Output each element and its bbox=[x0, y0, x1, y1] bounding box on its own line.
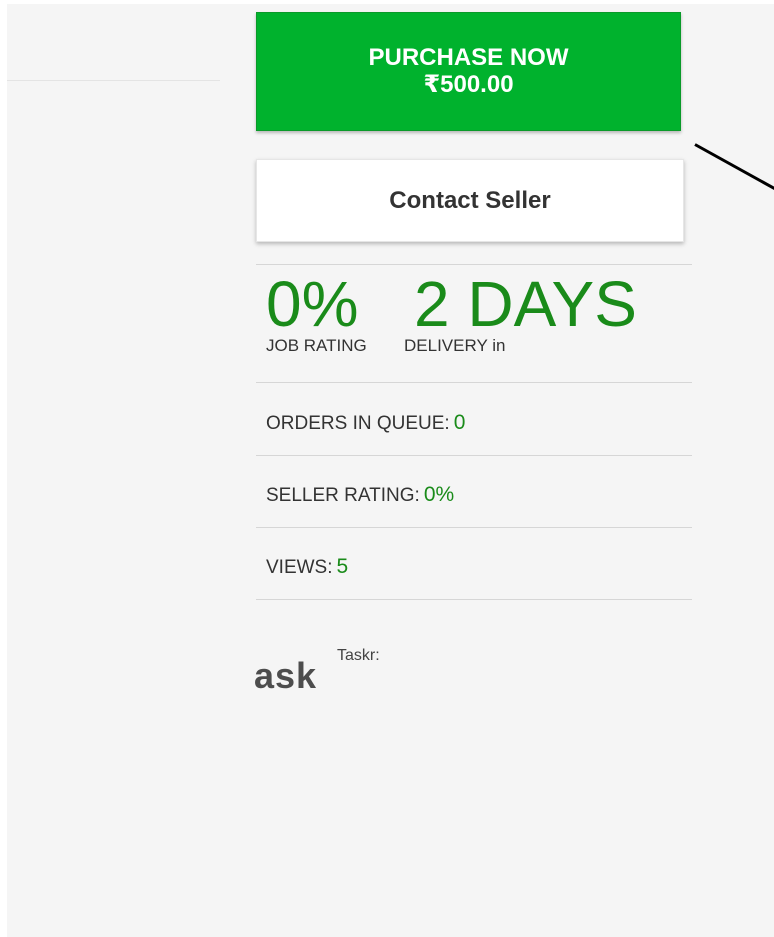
views-divider bbox=[256, 599, 692, 600]
seller-rating-value: 0% bbox=[423, 483, 455, 506]
delivery-value: 2 DAYS bbox=[414, 268, 637, 340]
stats-bottom-divider bbox=[256, 382, 692, 383]
seller-name-label: Taskr: bbox=[337, 647, 380, 664]
seller-rating-label: SELLER RATING: bbox=[266, 485, 420, 506]
seller-logo[interactable]: ask bbox=[254, 656, 324, 696]
job-rating-value: 0% bbox=[266, 268, 359, 340]
purchase-now-label: PURCHASE NOW bbox=[368, 44, 569, 71]
views-row: VIEWS: 5 bbox=[266, 555, 348, 579]
content-divider bbox=[7, 80, 220, 81]
stats-top-divider bbox=[256, 264, 692, 265]
views-value: 5 bbox=[336, 555, 349, 578]
orders-in-queue-value: 0 bbox=[453, 411, 466, 434]
orders-divider bbox=[256, 455, 692, 456]
orders-in-queue-row: ORDERS IN QUEUE: 0 bbox=[266, 411, 465, 435]
orders-in-queue-label: ORDERS IN QUEUE: bbox=[266, 413, 450, 434]
purchase-price: ₹500.00 bbox=[423, 71, 514, 98]
seller-rating-divider bbox=[256, 527, 692, 528]
job-rating-label: JOB RATING bbox=[266, 336, 367, 355]
views-label: VIEWS: bbox=[266, 557, 333, 578]
page-background bbox=[7, 4, 774, 937]
purchase-now-button[interactable]: PURCHASE NOW ₹500.00 bbox=[256, 12, 681, 131]
contact-seller-button[interactable]: Contact Seller bbox=[256, 159, 684, 242]
seller-rating-row: SELLER RATING: 0% bbox=[266, 483, 454, 507]
delivery-label: DELIVERY in bbox=[404, 336, 506, 355]
